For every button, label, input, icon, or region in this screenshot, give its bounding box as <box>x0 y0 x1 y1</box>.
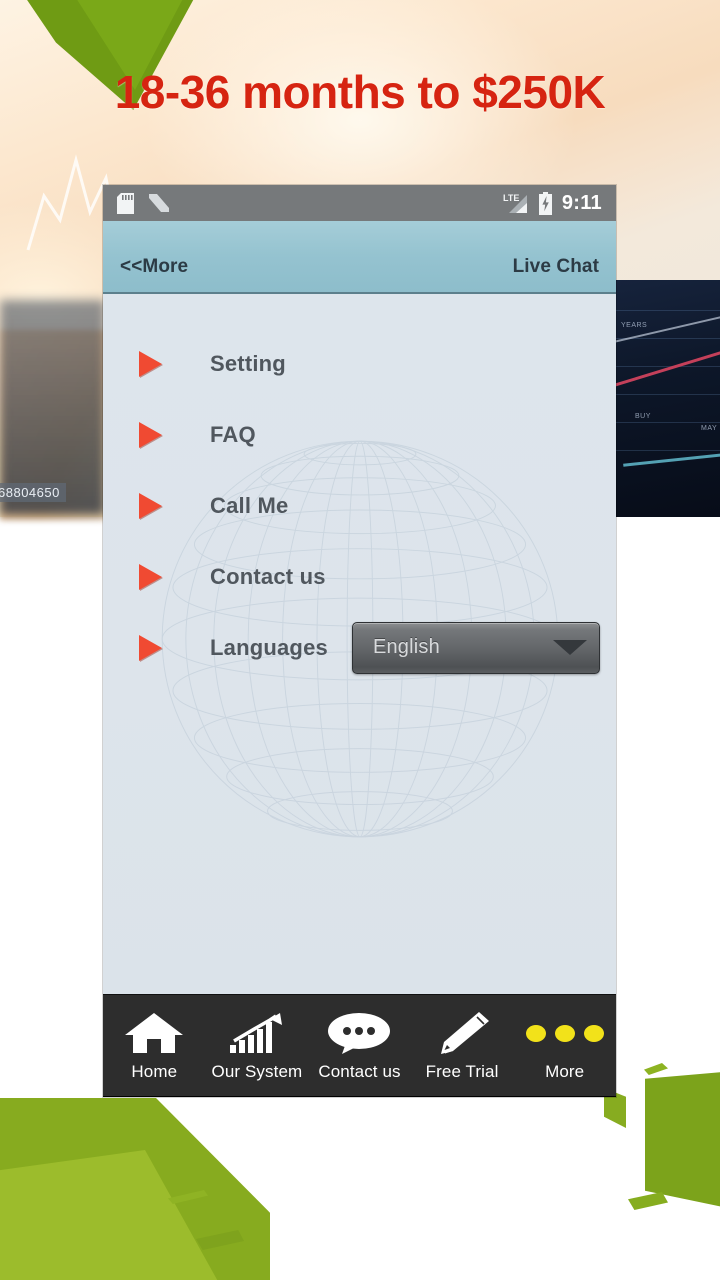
menu-item-faq[interactable]: FAQ <box>103 399 616 470</box>
language-selected-value: English <box>372 636 440 658</box>
home-icon <box>123 1009 185 1057</box>
more-dot <box>525 1024 546 1042</box>
nav-item-more[interactable]: More <box>513 995 616 1096</box>
app-header: <<More Live Chat <box>103 221 616 294</box>
language-select[interactable]: English <box>351 621 600 674</box>
menu-item-contact-us[interactable]: Contact us <box>103 541 616 612</box>
status-bar-right-icons: LTE 9:11 <box>503 191 602 215</box>
nav-item-label: More <box>545 1062 585 1081</box>
back-to-more-link[interactable]: <<More <box>120 256 188 278</box>
status-bar-left-icons <box>117 192 170 214</box>
promo-headline: 18-36 months to $250K <box>114 66 606 118</box>
more-dot <box>554 1024 575 1042</box>
red-triangle-icon <box>139 492 162 519</box>
green-shape-bottom-right-a <box>645 1072 720 1207</box>
green-shape-bottom-right-chip <box>644 1063 668 1075</box>
red-triangle-icon <box>139 350 162 377</box>
phone-screenshot: LTE 9:11 <<More Live Chat Setting FAQ Ca… <box>103 185 616 1097</box>
lte-signal-icon: LTE <box>503 193 527 213</box>
promo-chart-label-buy: BUY <box>635 413 651 420</box>
status-bar: LTE 9:11 <box>103 185 616 221</box>
red-triangle-icon <box>139 421 162 448</box>
bottom-navigation-bar: Home Our System Contact us Free Trial Mo… <box>103 994 616 1096</box>
android-system-nav <box>103 1096 616 1097</box>
chevron-down-icon <box>552 640 587 655</box>
pen-icon <box>433 1009 491 1057</box>
live-chat-link[interactable]: Live Chat <box>513 256 599 278</box>
nav-item-label: Home <box>131 1062 178 1081</box>
more-dot <box>583 1024 604 1042</box>
red-triangle-icon <box>139 563 162 590</box>
menu-content-area: Setting FAQ Call Me Contact us Languages… <box>103 294 616 994</box>
promo-chart-label-years: YEARS <box>621 322 648 329</box>
menu-list: Setting FAQ Call Me Contact us Languages… <box>103 294 616 683</box>
red-triangle-icon <box>139 634 162 661</box>
menu-item-languages[interactable]: Languages English <box>103 612 616 683</box>
three-dots-icon <box>525 1009 604 1057</box>
bar-chart-growth-icon <box>228 1009 286 1057</box>
sd-card-icon <box>117 192 134 214</box>
nav-item-free-trial[interactable]: Free Trial <box>411 995 514 1096</box>
nav-item-our-system[interactable]: Our System <box>206 995 309 1096</box>
status-bar-clock: 9:11 <box>561 191 602 214</box>
menu-item-label: FAQ <box>210 421 256 447</box>
nav-item-label: Our System <box>211 1062 303 1081</box>
battery-charging-icon <box>538 191 552 215</box>
menu-item-call-me[interactable]: Call Me <box>103 470 616 541</box>
nav-item-home[interactable]: Home <box>103 995 206 1096</box>
promo-chart-label-may: MAY <box>701 425 718 432</box>
menu-item-label: Contact us <box>210 563 326 589</box>
menu-item-label: Setting <box>210 350 286 376</box>
android-n-logo-icon <box>149 194 169 212</box>
nav-item-contact-us[interactable]: Contact us <box>308 995 411 1096</box>
menu-item-label: Call Me <box>210 492 289 518</box>
green-shape-bottom-right-chip2 <box>628 1192 668 1210</box>
nav-item-label: Free Trial <box>425 1062 499 1081</box>
menu-item-label: Languages <box>210 634 328 660</box>
menu-item-setting[interactable]: Setting <box>103 328 616 399</box>
promo-photo-trading-screen: YEARS BUY MAY <box>613 280 720 517</box>
promo-number-tag: 68804650 <box>0 483 66 502</box>
svg-text:LTE: LTE <box>503 193 519 203</box>
nav-item-label: Contact us <box>318 1062 401 1081</box>
speech-bubble-icon <box>326 1009 392 1057</box>
